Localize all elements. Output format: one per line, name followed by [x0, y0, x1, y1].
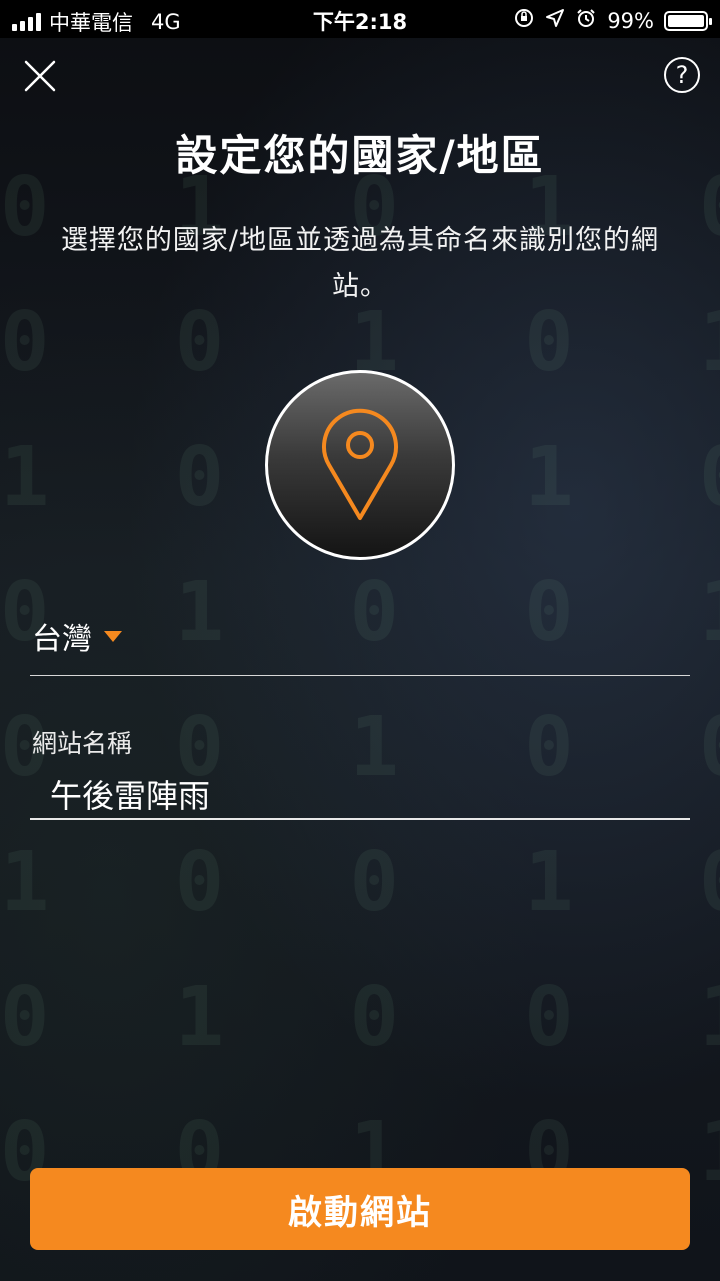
help-button[interactable]: ?	[664, 57, 700, 93]
page-title: 設定您的國家/地區	[175, 131, 545, 180]
status-bar: 中華電信 4G 下午2:18 99%	[0, 0, 720, 38]
alarm-icon	[575, 7, 597, 34]
rotation-lock-icon	[513, 7, 535, 34]
page-description: 選擇您的國家/地區並透過為其命名來識別您的網站。	[60, 225, 660, 302]
country-selector[interactable]: 台灣	[32, 614, 122, 658]
battery-level	[668, 14, 704, 27]
close-icon	[24, 60, 56, 92]
close-button[interactable]	[22, 58, 58, 94]
location-pin-badge	[265, 370, 455, 560]
country-value: 台灣	[32, 622, 92, 657]
site-name-underline	[30, 818, 690, 820]
start-site-button[interactable]: 啟動網站	[30, 1168, 690, 1250]
dropdown-caret-icon	[104, 630, 122, 642]
battery-percent: 99%	[607, 8, 654, 33]
battery-icon	[664, 10, 712, 31]
location-pin-icon	[322, 408, 398, 520]
location-arrow-icon	[545, 8, 565, 33]
country-underline	[30, 675, 690, 676]
site-name-label: 網站名稱	[32, 729, 133, 758]
site-name-input[interactable]	[50, 771, 670, 817]
